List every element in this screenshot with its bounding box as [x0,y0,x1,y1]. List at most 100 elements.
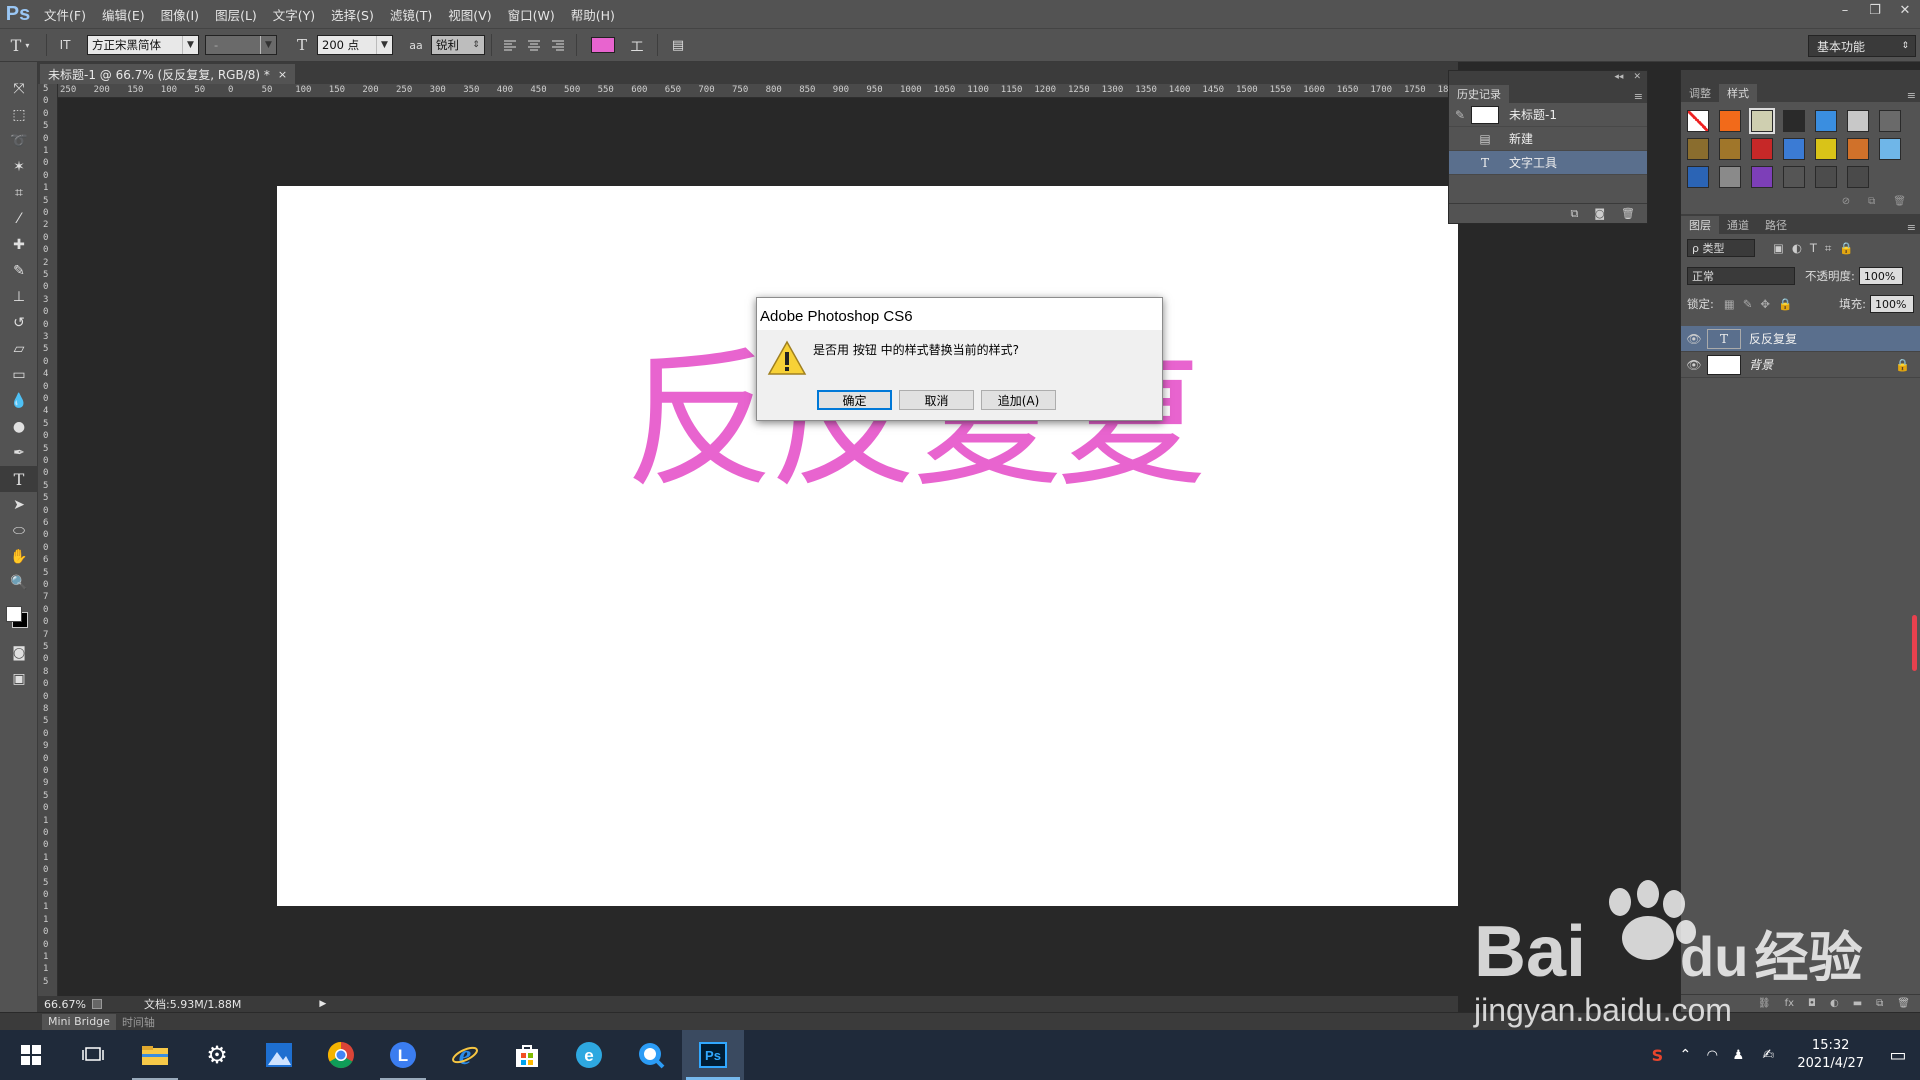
eraser-tool-icon[interactable]: ▱ [0,336,38,362]
fill-input[interactable]: 100% [1870,295,1914,313]
status-menu-arrow-icon[interactable]: ▶ [319,999,326,1009]
tab-layers[interactable]: 图层 [1681,216,1719,234]
style-swatch[interactable] [1687,166,1709,188]
folder-icon[interactable]: ▬ [1853,998,1862,1009]
search-app-button[interactable] [620,1030,682,1080]
quick-mask-icon[interactable]: ◙ [0,640,38,666]
eyedropper-tool-icon[interactable]: ⁄ [0,206,38,232]
close-tab-icon[interactable]: × [278,68,287,81]
type-tool-icon[interactable]: T [0,466,38,492]
style-swatch[interactable] [1847,166,1869,188]
clear-style-icon[interactable]: ⊘ [1842,196,1850,210]
antialias-select[interactable]: 锐利 ⇕ [431,35,485,55]
layer-filter-select[interactable]: ρ 类型 [1687,239,1755,257]
lock-icons[interactable]: ▦✎✥🔒 [1724,297,1800,311]
style-swatch[interactable] [1719,166,1741,188]
style-swatch[interactable] [1815,138,1837,160]
link-icon[interactable]: ⛓ [1758,998,1771,1009]
settings-button[interactable]: ⚙ [186,1030,248,1080]
lasso-tool-icon[interactable]: ➰ [0,128,38,154]
menu-type[interactable]: 文字(Y) [265,5,323,24]
new-layer-icon[interactable]: ⧉ [1876,998,1883,1009]
status-options-icon[interactable] [92,999,102,1009]
ie-button[interactable]: e [434,1030,496,1080]
l-app-button[interactable]: L [372,1030,434,1080]
photoshop-taskbar-button[interactable]: Ps [682,1030,744,1080]
close-panel-icon[interactable]: ✕ [1633,72,1641,82]
file-explorer-button[interactable] [124,1030,186,1080]
align-right-button[interactable] [546,34,570,56]
document-tab[interactable]: 未标题-1 @ 66.7% (反反复复, RGB/8) * × [40,64,296,84]
ok-button[interactable]: 确定 [817,390,892,410]
style-swatch[interactable] [1879,110,1901,132]
eye-icon[interactable]: 👁 [1681,358,1707,372]
style-swatch[interactable] [1879,138,1901,160]
workspace-select[interactable]: 基本功能 ⇕ [1808,35,1916,57]
store-button[interactable] [496,1030,558,1080]
tab-mini-bridge[interactable]: Mini Bridge [42,1013,116,1030]
style-swatch[interactable] [1751,138,1773,160]
font-family-select[interactable]: 方正宋黑简体 ▼ [87,35,199,55]
crop-tool-icon[interactable]: ⌗ [0,180,38,206]
tab-paths[interactable]: 路径 [1757,216,1795,234]
pen-icon[interactable]: ✍ [1751,1047,1785,1063]
eye-icon[interactable]: 👁 [1681,332,1707,346]
trash-icon[interactable]: 🗑 [1897,998,1910,1009]
hand-tool-icon[interactable]: ✋ [0,544,38,570]
style-swatch[interactable] [1815,110,1837,132]
trash-icon[interactable]: 🗑 [1893,196,1906,210]
mask-icon[interactable]: ◘ [1808,998,1816,1009]
cancel-button[interactable]: 取消 [899,390,974,410]
edge-button[interactable]: e [558,1030,620,1080]
sogou-input-icon[interactable]: S [1643,1046,1671,1065]
gradient-tool-icon[interactable]: ▭ [0,362,38,388]
new-style-icon[interactable]: ⧉ [1868,196,1875,210]
restore-button[interactable]: ❐ [1860,0,1890,20]
style-swatch[interactable] [1751,166,1773,188]
menu-view[interactable]: 视图(V) [440,5,499,24]
healing-brush-tool-icon[interactable]: ✚ [0,232,38,258]
new-document-from-state-icon[interactable]: ⧉ [1570,207,1578,221]
minimize-button[interactable]: – [1830,0,1860,20]
menu-select[interactable]: 选择(S) [323,5,382,24]
tab-history[interactable]: 历史记录 [1449,85,1509,103]
style-swatch[interactable] [1815,166,1837,188]
panel-menu-icon[interactable]: ≡ [1907,89,1916,102]
zoom-level[interactable]: 66.67% [44,998,88,1011]
history-item-new[interactable]: ▤ 新建 [1449,127,1647,151]
notification-icon[interactable]: ▭ [1876,1045,1920,1066]
style-swatch[interactable] [1783,138,1805,160]
chrome-button[interactable] [310,1030,372,1080]
ellipse-tool-icon[interactable]: ⬭ [0,518,38,544]
history-item-type-tool[interactable]: T 文字工具 [1449,151,1647,175]
text-color-swatch[interactable] [591,37,615,53]
magic-wand-tool-icon[interactable]: ✶ [0,154,38,180]
layer-background[interactable]: 👁 背景 🔒 [1681,352,1920,378]
trash-icon[interactable]: 🗑 [1621,207,1635,220]
pen-tool-icon[interactable]: ✒ [0,440,38,466]
style-swatch[interactable] [1719,110,1741,132]
layer-filter-icons[interactable]: ▣◐T⌗🔒 [1773,241,1862,256]
style-swatch[interactable] [1847,110,1869,132]
tab-adjustments[interactable]: 调整 [1681,84,1719,102]
tray-chevron-up-icon[interactable]: ⌃ [1671,1047,1699,1063]
wifi-icon[interactable]: ◠ [1699,1048,1725,1063]
style-swatch[interactable] [1749,108,1775,134]
tab-styles[interactable]: 样式 [1719,84,1757,102]
menu-image[interactable]: 图像(I) [153,5,207,24]
photos-button[interactable] [248,1030,310,1080]
collapse-icon[interactable]: ◂◂ [1614,72,1623,82]
character-panel-icon[interactable]: ▤ [664,34,692,56]
marquee-tool-icon[interactable]: ⬚ [0,102,38,128]
document-canvas[interactable]: 反反复复 [277,186,1458,906]
menu-filter[interactable]: 滤镜(T) [382,5,440,24]
move-tool-icon[interactable]: ⤧ [0,76,38,102]
layer-text[interactable]: 👁 T 反反复复 [1681,326,1920,352]
zoom-tool-icon[interactable]: 🔍 [0,570,38,596]
fx-icon[interactable]: fx [1785,998,1794,1009]
dodge-tool-icon[interactable]: ● [0,414,38,440]
clone-stamp-tool-icon[interactable]: ⊥ [0,284,38,310]
menu-window[interactable]: 窗口(W) [500,5,563,24]
start-button[interactable] [0,1030,62,1080]
opacity-input[interactable]: 100% [1858,267,1903,285]
